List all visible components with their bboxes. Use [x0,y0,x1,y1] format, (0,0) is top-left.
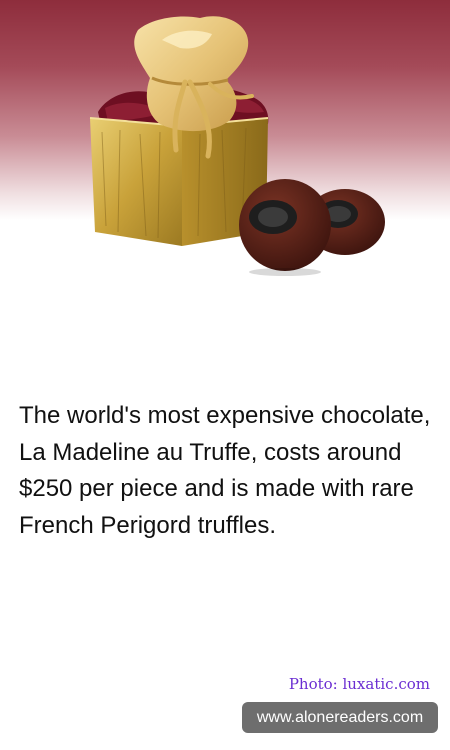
photo-credit: Photo: luxatic.com [288,675,430,693]
truffle-chocolates [239,179,385,276]
fact-text: The world's most expensive chocolate, La… [19,402,431,539]
website-badge[interactable]: www.alonereaders.com [242,702,438,733]
chocolate-gift-illustration [89,16,385,276]
hero-photo [0,0,450,300]
